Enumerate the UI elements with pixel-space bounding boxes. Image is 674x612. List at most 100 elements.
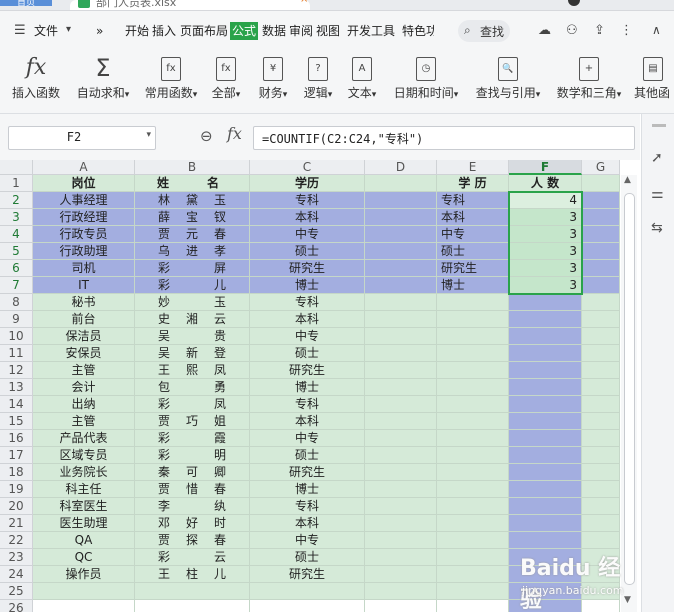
cell-d[interactable] bbox=[365, 362, 437, 379]
cell-g[interactable] bbox=[582, 260, 620, 277]
sheet-grid[interactable]: A B C D E F G 1 2 3 4 5 6 7 8 9 10 11 12 13 14 15 16 17 18 19 20 21… bbox=[0, 160, 620, 612]
row-header-11[interactable]: 11 bbox=[0, 345, 33, 362]
cell-position[interactable]: 操作员 bbox=[33, 566, 135, 583]
cell-name[interactable]: 邓好时 bbox=[135, 515, 250, 532]
cell-g[interactable] bbox=[582, 549, 620, 566]
cell-f[interactable] bbox=[509, 430, 582, 447]
document-tab[interactable]: 部门人员表.xlsx bbox=[70, 0, 310, 10]
cell-g[interactable] bbox=[582, 583, 620, 600]
cell-name[interactable]: 王柱儿 bbox=[135, 566, 250, 583]
cell-d[interactable] bbox=[365, 515, 437, 532]
more-tabs-icon[interactable]: » bbox=[96, 23, 103, 39]
fx-icon[interactable]: fx bbox=[227, 124, 242, 143]
cell-g[interactable] bbox=[582, 498, 620, 515]
cell-d[interactable] bbox=[365, 532, 437, 549]
cell-g[interactable] bbox=[582, 209, 620, 226]
cell-position[interactable]: 出纳 bbox=[33, 396, 135, 413]
cell-d[interactable] bbox=[365, 209, 437, 226]
cell-e[interactable] bbox=[437, 515, 509, 532]
cell-f[interactable] bbox=[509, 311, 582, 328]
cell-g[interactable] bbox=[582, 481, 620, 498]
cell-education[interactable]: 专科 bbox=[250, 498, 365, 515]
search-box[interactable]: ⌕ 查找 bbox=[458, 20, 510, 42]
row-header-5[interactable]: 5 bbox=[0, 243, 33, 260]
row-header-1[interactable]: 1 bbox=[0, 175, 33, 192]
cell-c[interactable] bbox=[250, 583, 365, 600]
cell-name[interactable]: 贾元春 bbox=[135, 226, 250, 243]
row-header-18[interactable]: 18 bbox=[0, 464, 33, 481]
cell-position[interactable]: 科主任 bbox=[33, 481, 135, 498]
column-header-f[interactable]: F bbox=[509, 160, 582, 175]
row-header-16[interactable]: 16 bbox=[0, 430, 33, 447]
zoom-icon[interactable]: ⊖ bbox=[200, 127, 213, 145]
tab-special[interactable]: 特色功 bbox=[402, 23, 434, 39]
cell-position[interactable]: 行政助理 bbox=[33, 243, 135, 260]
header-education[interactable]: 学历 bbox=[250, 175, 365, 192]
cell-f[interactable] bbox=[509, 515, 582, 532]
collab-icon[interactable]: ⚇ bbox=[566, 23, 578, 38]
cell-name[interactable]: 李纨 bbox=[135, 498, 250, 515]
cell-position[interactable]: 主管 bbox=[33, 413, 135, 430]
cell-g[interactable] bbox=[582, 447, 620, 464]
tools-icon[interactable]: ⇆ bbox=[651, 220, 663, 236]
text-functions-button[interactable]: A 文本▾ bbox=[342, 51, 382, 113]
home-tab[interactable]: 首页 bbox=[0, 0, 52, 6]
adjust-icon[interactable]: ⚌ bbox=[651, 186, 664, 202]
cell-e[interactable] bbox=[437, 498, 509, 515]
row-header-24[interactable]: 24 bbox=[0, 566, 33, 583]
cell-e[interactable] bbox=[437, 311, 509, 328]
row-header-9[interactable]: 9 bbox=[0, 311, 33, 328]
cell-f[interactable] bbox=[509, 498, 582, 515]
row-header-12[interactable]: 12 bbox=[0, 362, 33, 379]
cell-d[interactable] bbox=[365, 447, 437, 464]
cell-education[interactable]: 博士 bbox=[250, 277, 365, 294]
cell-name[interactable]: 贾惜春 bbox=[135, 481, 250, 498]
cell-g[interactable] bbox=[582, 515, 620, 532]
cell-g[interactable] bbox=[582, 311, 620, 328]
cell-education[interactable]: 中专 bbox=[250, 226, 365, 243]
row-header-13[interactable]: 13 bbox=[0, 379, 33, 396]
row-header-10[interactable]: 10 bbox=[0, 328, 33, 345]
cell-name[interactable]: 彩屏 bbox=[135, 260, 250, 277]
cell-d[interactable] bbox=[365, 430, 437, 447]
cell-e[interactable] bbox=[437, 532, 509, 549]
cell-education[interactable]: 中专 bbox=[250, 430, 365, 447]
row-header-8[interactable]: 8 bbox=[0, 294, 33, 311]
cell-position[interactable]: 行政专员 bbox=[33, 226, 135, 243]
column-header-e[interactable]: E bbox=[437, 160, 509, 175]
cell-name[interactable]: 林黛玉 bbox=[135, 192, 250, 209]
pointer-icon[interactable]: ➚ bbox=[651, 150, 663, 166]
cell-position[interactable]: QA bbox=[33, 532, 135, 549]
scroll-up-icon[interactable]: ▲ bbox=[624, 175, 631, 185]
hamburger-menu-icon[interactable]: ☰ bbox=[14, 23, 26, 38]
cell-education[interactable]: 本科 bbox=[250, 413, 365, 430]
cell-f[interactable] bbox=[509, 600, 582, 612]
cell-education[interactable]: 本科 bbox=[250, 311, 365, 328]
cell-g[interactable] bbox=[582, 328, 620, 345]
row-header-7[interactable]: 7 bbox=[0, 277, 33, 294]
cell-summary-count[interactable]: 3 bbox=[509, 243, 582, 260]
cell-e[interactable] bbox=[437, 362, 509, 379]
cell-g[interactable] bbox=[582, 243, 620, 260]
cell-name[interactable]: 薛宝钗 bbox=[135, 209, 250, 226]
cell-d[interactable] bbox=[365, 311, 437, 328]
cell-f[interactable] bbox=[509, 413, 582, 430]
cell-f[interactable] bbox=[509, 294, 582, 311]
cell-education[interactable]: 研究生 bbox=[250, 362, 365, 379]
cell-f[interactable] bbox=[509, 447, 582, 464]
cell-education[interactable]: 硕士 bbox=[250, 549, 365, 566]
cell-g[interactable] bbox=[582, 566, 620, 583]
cell-d[interactable] bbox=[365, 328, 437, 345]
cell-name[interactable]: 乌进孝 bbox=[135, 243, 250, 260]
cell-d[interactable] bbox=[365, 294, 437, 311]
cell-education[interactable]: 本科 bbox=[250, 209, 365, 226]
column-header-d[interactable]: D bbox=[365, 160, 437, 175]
row-header-14[interactable]: 14 bbox=[0, 396, 33, 413]
cell-g[interactable] bbox=[582, 226, 620, 243]
cell-d[interactable] bbox=[365, 464, 437, 481]
header-summary-education[interactable]: 学 历 bbox=[437, 175, 509, 192]
name-box[interactable]: F2 ▾ bbox=[8, 126, 156, 150]
cell-f[interactable] bbox=[509, 396, 582, 413]
row-header-23[interactable]: 23 bbox=[0, 549, 33, 566]
cell-name[interactable]: 秦可卿 bbox=[135, 464, 250, 481]
